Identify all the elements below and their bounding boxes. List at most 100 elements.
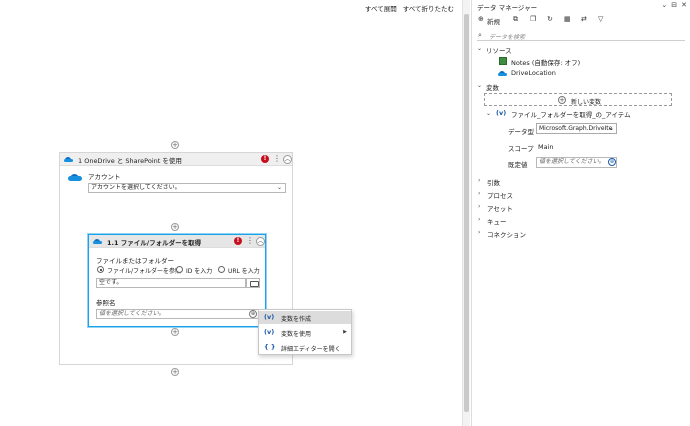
menu-item-label: 変数を使用	[281, 331, 312, 338]
dropdown-icon[interactable]: ⌄	[661, 1, 667, 9]
onedrive-icon	[498, 71, 507, 76]
expand-all-link[interactable]: すべて展開	[365, 3, 397, 13]
variable-icon: (v)	[264, 313, 275, 321]
error-icon: !	[261, 155, 269, 163]
chevron-right-icon[interactable]: ›	[478, 203, 480, 210]
onedrive-icon	[64, 157, 73, 162]
variable-picker-icon[interactable]: ⊕	[249, 310, 257, 318]
tree-variables[interactable]: 変数	[486, 82, 499, 92]
refresh-icon[interactable]: ↻	[547, 15, 553, 23]
new-button-icon[interactable]: ⊕	[478, 15, 484, 23]
tree-variable-item[interactable]: ファイル_フォルダーを取得_の_アイテム	[511, 109, 631, 119]
variable-context-menu: (v) 変数を作成 (v) 変数を使用 ▶ { } 詳細エディターを開く	[258, 309, 352, 355]
search-placeholder: データを検索	[489, 34, 526, 41]
radio-id[interactable]	[176, 266, 183, 273]
search-icon: ⌕	[478, 31, 482, 39]
reference-name-placeholder: 値を選択してください。	[99, 310, 165, 317]
file-path-value: 空です。	[99, 279, 123, 286]
canvas-scrollbar[interactable]	[462, 0, 470, 426]
card-header[interactable]: 1.1 ファイル/フォルダーを取得 ! ⋮ ︿	[89, 235, 265, 248]
panel-title: データ マネージャー	[477, 4, 538, 12]
account-value: アカウントを選択してください。	[91, 184, 181, 191]
notes-icon	[499, 57, 507, 65]
menu-item-use-variable[interactable]: (v) 変数を使用 ▶	[259, 326, 351, 339]
scrollbar-thumb[interactable]	[464, 14, 469, 412]
card-header[interactable]: 1 OneDrive と SharePoint を使用 ! ⋮ ︿	[60, 153, 292, 166]
radio-url-label: URL を入力	[228, 268, 260, 275]
submenu-arrow-icon: ▶	[343, 329, 347, 335]
more-options-icon[interactable]: ⋮	[273, 155, 281, 163]
radio-browse-label: ファイル/フォルダーを参照	[107, 268, 182, 275]
braces-icon: { }	[264, 343, 276, 351]
radio-browse[interactable]	[97, 266, 104, 273]
scope-value[interactable]: Main	[538, 143, 554, 151]
chevron-down-icon[interactable]: ⌄	[477, 82, 482, 89]
panel-window-buttons: ⌄ ⊟ ✕	[661, 1, 687, 9]
filter-icon[interactable]: ▽	[598, 15, 603, 23]
add-activity-inner-button[interactable]: +	[171, 223, 179, 231]
new-variable-label: 新しい変数	[571, 99, 602, 106]
collapse-icon[interactable]: ︿	[283, 155, 292, 164]
tree-queues[interactable]: キュー	[487, 216, 507, 226]
tree-arguments[interactable]: 引数	[487, 177, 500, 187]
pin-icon[interactable]: ⊟	[671, 1, 677, 9]
duplicate-icon[interactable]: ❐	[530, 15, 536, 23]
tree-resources[interactable]: リソース	[486, 45, 512, 55]
default-value-field[interactable]: 値を選択してください。	[536, 157, 617, 168]
data-type-value: Microsoft.Graph.DriveIte	[539, 125, 613, 132]
reference-name-label: 参照名	[96, 299, 116, 307]
close-icon[interactable]: ✕	[681, 1, 687, 9]
chevron-down-icon[interactable]: ⌄	[477, 45, 482, 52]
plus-icon: +	[558, 96, 566, 104]
chevron-right-icon[interactable]: ›	[478, 177, 480, 184]
add-activity-bottom-button[interactable]: +	[171, 368, 179, 376]
variable-icon: (v)	[264, 328, 275, 336]
onedrive-logo-icon	[68, 173, 82, 181]
menu-item-label: 変数を作成	[281, 316, 312, 323]
grid-icon[interactable]: ▦	[564, 15, 571, 23]
data-manager-panel: データ マネージャー ⌄ ⊟ ✕ ⊕ 新規 ⧉ ❐ ↻ ▦ ⇄ ▽ ⌕ データを…	[471, 0, 690, 426]
get-file-folder-card[interactable]: 1.1 ファイル/フォルダーを取得 ! ⋮ ︿ ファイルまたはフォルダー ファイ…	[88, 234, 266, 327]
collapse-all-link[interactable]: すべて折りたたむ	[403, 3, 454, 13]
account-label: アカウント	[88, 173, 121, 181]
tree-connections[interactable]: コネクション	[487, 229, 526, 239]
new-button[interactable]: 新規	[487, 16, 500, 26]
card-title: 1.1 ファイル/フォルダーを取得	[107, 239, 202, 247]
account-dropdown[interactable]: アカウントを選択してください。 ⌄	[88, 183, 286, 193]
file-or-folder-label: ファイルまたはフォルダー	[96, 257, 174, 265]
radio-id-label: ID を入力	[186, 268, 213, 275]
card-title: 1 OneDrive と SharePoint を使用	[78, 157, 182, 165]
tree-drive-location[interactable]: DriveLocation	[511, 69, 556, 77]
radio-url[interactable]	[218, 266, 225, 273]
folder-browse-icon[interactable]	[246, 278, 260, 288]
data-type-label: データ型	[508, 128, 534, 136]
tree-processes[interactable]: プロセス	[487, 190, 513, 200]
copy-icon[interactable]: ⧉	[513, 15, 518, 24]
chevron-right-icon[interactable]: ›	[478, 229, 480, 236]
designer-canvas[interactable]: すべて展開 すべて折りたたむ + 1 OneDrive と SharePoint…	[0, 0, 462, 426]
variable-picker-icon[interactable]: ⊕	[608, 158, 616, 166]
new-variable-button[interactable]: + 新しい変数	[484, 93, 672, 106]
reference-name-field[interactable]: 値を選択してください。	[96, 309, 259, 319]
chevron-down-icon[interactable]: ⌄	[486, 110, 491, 117]
default-value-label: 既定値	[508, 161, 528, 169]
canvas-toolbar: すべて展開 すべて折りたたむ	[365, 3, 454, 13]
more-options-icon[interactable]: ⋮	[246, 237, 254, 245]
add-activity-top-button[interactable]: +	[171, 141, 179, 149]
tree-assets[interactable]: アセット	[487, 203, 513, 213]
chevron-down-icon: ⌄	[608, 125, 614, 132]
chevron-right-icon[interactable]: ›	[478, 190, 480, 197]
menu-item-open-editor[interactable]: { } 詳細エディターを開く	[259, 341, 351, 354]
chevron-right-icon[interactable]: ›	[478, 216, 480, 223]
add-activity-after-button[interactable]: +	[171, 328, 179, 336]
transfer-icon[interactable]: ⇄	[581, 15, 587, 23]
variable-icon: (v)	[496, 109, 507, 117]
tree-notes[interactable]: Notes (自動保存: オフ)	[511, 57, 580, 67]
search-box[interactable]: ⌕ データを検索	[477, 30, 685, 41]
menu-item-create-variable[interactable]: (v) 変数を作成	[259, 311, 351, 324]
data-type-select[interactable]: Microsoft.Graph.DriveIte ⌄	[536, 123, 617, 134]
chevron-down-icon: ⌄	[276, 184, 282, 191]
file-path-field[interactable]: 空です。	[96, 278, 246, 288]
collapse-icon[interactable]: ︿	[256, 237, 265, 246]
scope-label: スコープ	[508, 145, 534, 153]
